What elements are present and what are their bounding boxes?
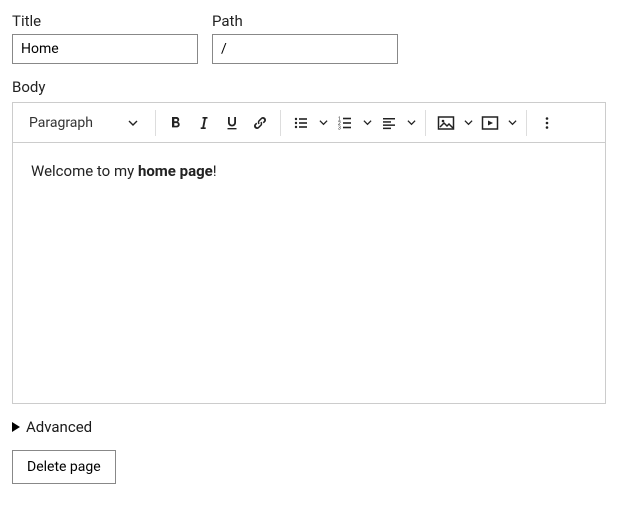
chevron-down-icon [125, 115, 141, 131]
advanced-label: Advanced [26, 418, 92, 436]
alignment-button[interactable] [375, 108, 403, 138]
more-button[interactable] [533, 108, 561, 138]
image-dropdown[interactable] [460, 115, 476, 131]
format-dropdown[interactable]: Paragraph [19, 108, 149, 138]
disclosure-triangle-icon [12, 422, 20, 432]
bulleted-list-button[interactable] [287, 108, 315, 138]
bulleted-list-dropdown[interactable] [315, 115, 331, 131]
image-button[interactable] [432, 108, 460, 138]
rich-text-editor: Paragraph [12, 102, 606, 404]
numbered-list-dropdown[interactable] [359, 115, 375, 131]
path-input[interactable] [212, 34, 398, 64]
italic-button[interactable] [190, 108, 218, 138]
body-text: ! [213, 162, 217, 180]
align-left-icon [381, 115, 397, 131]
link-icon [252, 115, 268, 131]
alignment-dropdown[interactable] [403, 115, 419, 131]
body-text: Welcome to my [31, 162, 138, 180]
path-label: Path [212, 12, 398, 30]
image-icon [437, 115, 455, 131]
toolbar-separator [425, 110, 426, 136]
bulleted-list-icon [293, 115, 309, 131]
title-label: Title [12, 12, 198, 30]
media-dropdown[interactable] [504, 115, 520, 131]
numbered-list-button[interactable]: 123 [331, 108, 359, 138]
bold-icon [168, 115, 184, 131]
more-vertical-icon [539, 115, 555, 131]
italic-icon [196, 115, 212, 131]
numbered-list-icon: 123 [337, 115, 353, 131]
format-value: Paragraph [29, 115, 93, 131]
underline-button[interactable] [218, 108, 246, 138]
body-label: Body [12, 78, 606, 96]
editor-content-area[interactable]: Welcome to my home page! [13, 143, 605, 403]
toolbar-separator [526, 110, 527, 136]
advanced-toggle[interactable]: Advanced [12, 418, 606, 436]
delete-page-button[interactable]: Delete page [12, 450, 116, 484]
editor-toolbar: Paragraph [13, 103, 605, 143]
media-icon [481, 115, 499, 131]
svg-text:3: 3 [338, 125, 341, 131]
media-button[interactable] [476, 108, 504, 138]
underline-icon [224, 115, 240, 131]
toolbar-separator [280, 110, 281, 136]
bold-button[interactable] [162, 108, 190, 138]
body-text-bold: home page [138, 162, 213, 180]
title-input[interactable] [12, 34, 198, 64]
link-button[interactable] [246, 108, 274, 138]
toolbar-separator [155, 110, 156, 136]
